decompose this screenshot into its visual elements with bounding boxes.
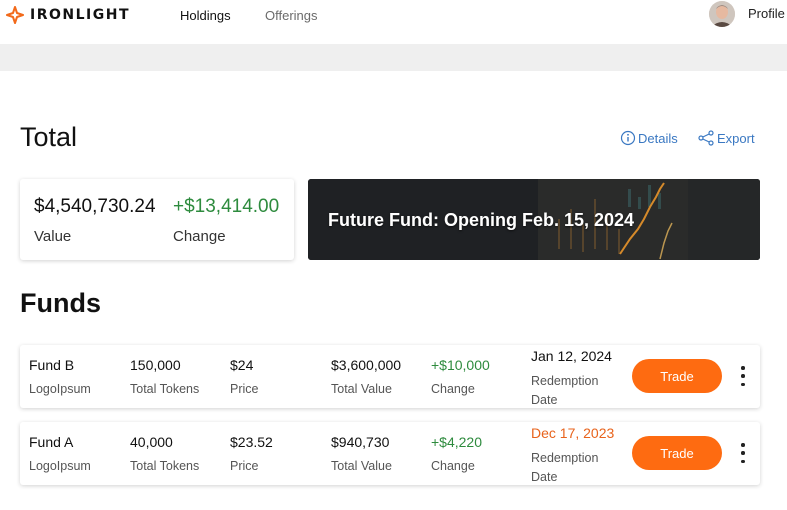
fund-total-value: $940,730	[331, 434, 390, 450]
fund-total-value-label: Total Value	[331, 382, 392, 396]
fund-total-tokens: 150,000	[130, 357, 181, 373]
funds-heading: Funds	[20, 288, 101, 318]
avatar-image	[709, 1, 735, 27]
avatar[interactable]	[709, 1, 735, 27]
fund-issuer: LogoIpsum	[29, 459, 91, 473]
export-label: Export	[717, 130, 755, 146]
details-label: Details	[638, 130, 678, 146]
top-nav: IRONLIGHT Holdings Offerings Profile	[0, 0, 787, 44]
total-value: $4,540,730.24	[34, 196, 156, 217]
fund-row: Fund B LogoIpsum 150,000 Total Tokens $2…	[20, 345, 760, 408]
total-change-label: Change	[173, 228, 226, 245]
portfolio-summary-card: $4,540,730.24 Value +$13,414.00 Change	[20, 179, 294, 260]
fund-change: +$4,220	[431, 434, 482, 450]
info-icon	[620, 130, 636, 146]
more-options-icon[interactable]	[738, 366, 748, 386]
fund-change-label: Change	[431, 459, 475, 473]
fund-redemption-date: Jan 12, 2024	[531, 348, 612, 364]
fund-redemption-date-label: Redemption Date	[531, 374, 599, 407]
total-value-label: Value	[34, 228, 72, 245]
header-band	[0, 44, 787, 71]
nav-offerings[interactable]: Offerings	[265, 8, 318, 23]
fund-name[interactable]: Fund B	[29, 357, 74, 373]
nav-holdings[interactable]: Holdings	[180, 8, 231, 23]
total-heading: Total	[20, 122, 78, 152]
share-icon	[698, 130, 714, 146]
fund-price-label: Price	[230, 382, 259, 396]
fund-price: $23.52	[230, 434, 273, 450]
fund-change: +$10,000	[431, 357, 490, 373]
profile-link[interactable]: Profile	[748, 6, 785, 21]
banner-title: Future Fund: Opening Feb. 15, 2024	[328, 210, 635, 230]
trade-button[interactable]: Trade	[632, 359, 722, 393]
brand-name: IRONLIGHT	[30, 7, 130, 23]
future-fund-banner[interactable]: Future Fund: Opening Feb. 15, 2024	[308, 179, 760, 260]
export-link[interactable]: Export	[697, 130, 755, 146]
fund-total-tokens-label: Total Tokens	[130, 459, 200, 473]
brand-logo[interactable]: IRONLIGHT	[6, 6, 130, 24]
fund-price: $24	[230, 357, 254, 373]
fund-price-label: Price	[230, 459, 259, 473]
total-change: +$13,414.00	[173, 196, 280, 217]
fund-redemption-date-label: Redemption Date	[531, 451, 599, 484]
fund-issuer: LogoIpsum	[29, 382, 91, 396]
fund-total-tokens-label: Total Tokens	[130, 382, 200, 396]
fund-row: Fund A LogoIpsum 40,000 Total Tokens $23…	[20, 422, 760, 485]
fund-change-label: Change	[431, 382, 475, 396]
trade-button[interactable]: Trade	[632, 436, 722, 470]
fund-total-value: $3,600,000	[331, 357, 402, 373]
fund-total-tokens: 40,000	[130, 434, 173, 450]
fund-redemption-date: Dec 17, 2023	[531, 425, 615, 441]
fund-total-value-label: Total Value	[331, 459, 392, 473]
brand-logo-icon	[6, 6, 24, 24]
details-link[interactable]: Details	[620, 130, 678, 146]
fund-name[interactable]: Fund A	[29, 434, 73, 450]
more-options-icon[interactable]	[738, 443, 748, 463]
